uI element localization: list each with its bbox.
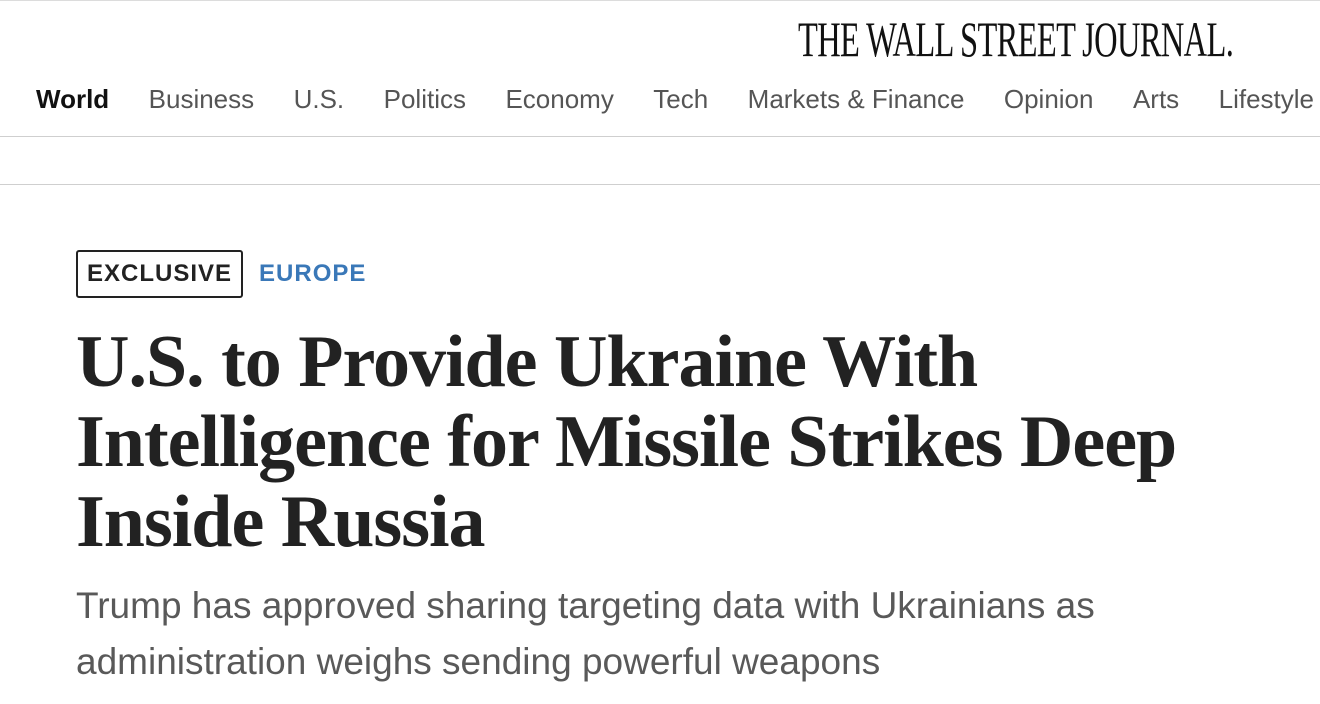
wsj-logo[interactable]: THE WALL STREET JOURNAL. — [798, 10, 1234, 68]
nav-item-markets-finance[interactable]: Markets & Finance — [748, 80, 965, 118]
nav-divider — [0, 136, 1320, 137]
section-link-europe[interactable]: EUROPE — [259, 260, 366, 288]
top-divider — [0, 0, 1320, 1]
article-flags: EXCLUSIVE EUROPE — [76, 250, 366, 298]
nav-item-lifestyle[interactable]: Lifestyle — [1219, 80, 1314, 118]
nav-item-opinion[interactable]: Opinion — [1004, 80, 1094, 118]
subnav-divider — [0, 184, 1320, 185]
nav-item-arts[interactable]: Arts — [1133, 80, 1179, 118]
article-dek: Trump has approved sharing targeting dat… — [76, 585, 1095, 682]
nav-item-politics[interactable]: Politics — [384, 80, 466, 118]
article-headline: U.S. to Provide Ukraine With Intelligenc… — [76, 321, 1177, 563]
exclusive-badge: EXCLUSIVE — [76, 250, 244, 298]
nav-item-economy[interactable]: Economy — [505, 80, 613, 118]
nav-item-us[interactable]: U.S. — [294, 80, 345, 118]
nav-item-world[interactable]: World — [36, 80, 109, 118]
nav-item-tech[interactable]: Tech — [653, 80, 708, 118]
section-nav: World Business U.S. Politics Economy Tec… — [36, 80, 1320, 118]
nav-item-business[interactable]: Business — [149, 80, 255, 118]
